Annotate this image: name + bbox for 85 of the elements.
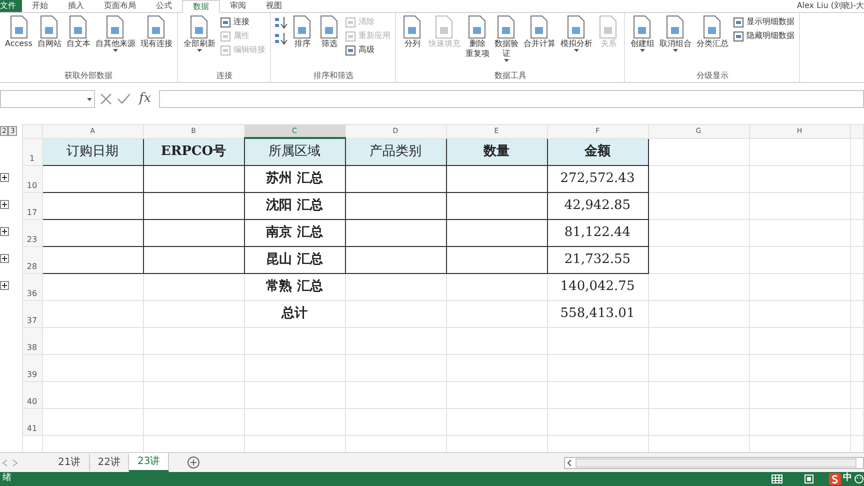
- expand-icon[interactable]: [0, 200, 9, 209]
- row-header[interactable]: 38: [22, 327, 42, 354]
- ribbon-tab[interactable]: 公式: [146, 0, 182, 12]
- row-header[interactable]: 23: [22, 219, 42, 246]
- ribbon-button[interactable]: 模拟分析: [558, 13, 594, 52]
- group-label: 分级显示: [695, 70, 730, 82]
- add-sheet-icon[interactable]: [187, 456, 200, 469]
- row-header[interactable]: 17: [22, 192, 42, 219]
- sheet-tab[interactable]: 21讲: [50, 454, 90, 471]
- table-cell: 21,732.55: [547, 246, 648, 273]
- column-heading: 订购日期: [42, 138, 143, 165]
- group-label: 排序和筛选: [312, 70, 354, 82]
- ribbon-button[interactable]: 隐藏明细数据: [731, 30, 796, 42]
- column-heading: 所属区域: [244, 138, 345, 165]
- ribbon-button[interactable]: 自网站: [35, 13, 64, 49]
- row-header[interactable]: 39: [22, 354, 42, 381]
- ribbon-tab[interactable]: 视图: [256, 0, 292, 12]
- ribbon-button[interactable]: Access: [3, 13, 34, 49]
- check-icon[interactable]: [117, 92, 131, 106]
- status-text: 绪: [1, 472, 12, 486]
- ribbon-button[interactable]: 数据验 证: [492, 13, 520, 62]
- table-cell: 总计: [244, 300, 345, 327]
- user-name: Alex Liu (刘晓)-大: [796, 0, 864, 12]
- table-cell: 南京 汇总: [244, 219, 345, 246]
- table-cell: 558,413.01: [547, 300, 648, 327]
- ribbon-button[interactable]: 排序: [289, 13, 316, 49]
- row-header[interactable]: 10: [22, 165, 42, 192]
- ribbon-button[interactable]: 现有连接: [138, 13, 174, 49]
- caret-icon[interactable]: [87, 98, 92, 100]
- table-cell: 沈阳 汇总: [244, 192, 345, 219]
- group-label: 连接: [215, 70, 234, 82]
- input-method-logo-icon[interactable]: [828, 473, 840, 485]
- expand-icon[interactable]: [0, 172, 9, 182]
- ribbon-button[interactable]: 自文本: [64, 13, 92, 49]
- column-heading: 数量: [446, 138, 547, 165]
- file-tab[interactable]: 文件: [0, 0, 22, 12]
- ribbon-button[interactable]: 筛选: [316, 13, 342, 49]
- column-heading: 产品类别: [345, 138, 446, 165]
- expand-icon[interactable]: [0, 226, 9, 236]
- cancel-icon[interactable]: [99, 92, 113, 106]
- table-cell: 42,942.85: [547, 192, 648, 219]
- table-cell: 272,572.43: [547, 165, 648, 192]
- ribbon-tab[interactable]: 页面布局: [94, 0, 146, 12]
- ribbon-button[interactable]: 自其他来源: [93, 13, 138, 52]
- table-cell: 昆山 汇总: [244, 246, 345, 273]
- row-header[interactable]: 36: [22, 273, 42, 300]
- ribbon-tab[interactable]: 开始: [22, 0, 58, 12]
- ribbon-tab[interactable]: 审阅: [220, 0, 256, 12]
- normal-view-icon[interactable]: [770, 474, 782, 484]
- expand-icon[interactable]: [0, 254, 9, 263]
- sort-icon[interactable]: [274, 32, 288, 46]
- formula-input[interactable]: [159, 90, 864, 108]
- row-header[interactable]: 37: [22, 300, 42, 327]
- ribbon-button[interactable]: 合并计算: [521, 13, 558, 49]
- column-heading: ERPCO号: [143, 138, 244, 165]
- page-layout-icon[interactable]: [802, 474, 814, 484]
- row-header[interactable]: 40: [22, 381, 42, 408]
- sheet-tab[interactable]: 23讲: [129, 453, 170, 472]
- ribbon-button[interactable]: 创建组: [628, 13, 656, 52]
- group-label: 获取外部数据: [64, 70, 114, 82]
- table-cell: 苏州 汇总: [244, 165, 345, 192]
- ribbon-tab[interactable]: 数据: [182, 0, 220, 13]
- ribbon-button[interactable]: 显示明细数据: [731, 16, 796, 28]
- ribbon-button[interactable]: 删除 重复项: [463, 13, 492, 59]
- ribbon-button[interactable]: 全部刷新: [181, 13, 218, 52]
- input-mode-indicator[interactable]: 中: [840, 472, 854, 486]
- ribbon-button[interactable]: 高级: [343, 44, 392, 56]
- table-cell: 常熟 汇总: [244, 273, 345, 300]
- ribbon-button[interactable]: 分类汇总: [694, 13, 730, 49]
- expand-icon[interactable]: [0, 280, 9, 290]
- table-cell: 140,042.75: [547, 273, 648, 300]
- row-header[interactable]: 28: [22, 246, 42, 273]
- table-cell: 81,122.44: [547, 219, 648, 246]
- row-header[interactable]: 1: [22, 138, 42, 165]
- horizontal-scrollbar[interactable]: [564, 456, 864, 468]
- column-heading: 金额: [547, 138, 648, 165]
- ribbon-tab[interactable]: 插入: [58, 0, 94, 12]
- insert-function-button[interactable]: fx: [135, 89, 156, 109]
- sort-icon[interactable]: [274, 16, 288, 30]
- group-label: 数据工具: [493, 70, 528, 82]
- emoji-icon[interactable]: [854, 474, 864, 484]
- ribbon-button[interactable]: 分列: [399, 13, 426, 49]
- ribbon-button[interactable]: 取消组合: [657, 13, 694, 52]
- ribbon-button[interactable]: 连接: [218, 16, 268, 28]
- row-header[interactable]: 41: [22, 408, 42, 435]
